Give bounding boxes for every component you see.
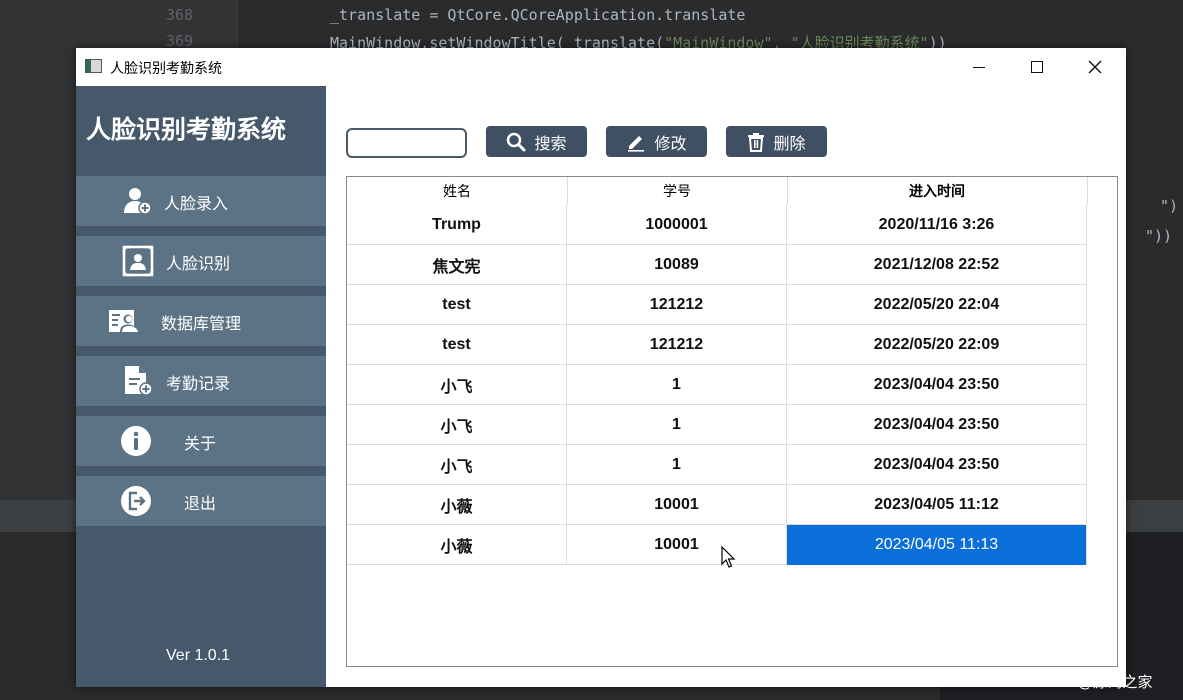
cell-student-id[interactable]: 10001 (567, 485, 787, 525)
sidebar-item-label: 考勤记录 (166, 374, 231, 393)
sidebar: 人脸识别考勤系统 人脸录入 人脸识别 数据库管理 考勤记录 关于 退出 Ver … (76, 86, 326, 687)
cell-name[interactable]: 小薇 (347, 525, 567, 565)
window-title: 人脸识别考勤系统 (110, 61, 222, 77)
sidebar-item-exit[interactable]: 退出 (76, 476, 326, 526)
cell-name[interactable]: Trump (347, 205, 567, 245)
cell-entry-time[interactable]: 2021/12/08 22:52 (787, 245, 1087, 285)
cell-entry-time[interactable]: 2023/04/04 23:50 (787, 445, 1087, 485)
close-icon (1088, 60, 1102, 74)
cell-entry-time[interactable]: 2023/04/05 11:12 (787, 485, 1087, 525)
main-content: 搜索 修改 删除 姓名 学号 进入时间 Trump 1000001 2020/1… (326, 86, 1126, 687)
minimize-icon (973, 66, 985, 68)
search-button[interactable]: 搜索 (486, 126, 587, 157)
cell-student-id[interactable]: 10089 (567, 245, 787, 285)
add-user-icon (124, 188, 152, 215)
cell-name[interactable]: 焦文宪 (347, 245, 567, 285)
sidebar-item-label: 退出 (184, 494, 217, 513)
table-row[interactable]: 小飞 1 2023/04/04 23:50 (347, 365, 1087, 405)
app-window: 人脸识别考勤系统 人脸识别考勤系统 人脸录入 人脸识别 数据库管理 考勤记录 关… (76, 48, 1126, 687)
cell-entry-time[interactable]: 2023/04/04 23:50 (787, 365, 1087, 405)
cell-name[interactable]: 小飞 (347, 365, 567, 405)
sidebar-item-label: 关于 (184, 434, 217, 453)
sidebar-item-attendance[interactable]: 考勤记录 (76, 356, 326, 406)
sidebar-item-face-enroll[interactable]: 人脸录入 (76, 176, 326, 226)
sidebar-item-label: 数据库管理 (161, 314, 242, 333)
maximize-button[interactable] (1008, 48, 1066, 86)
maximize-icon (1031, 61, 1043, 73)
edit-button[interactable]: 修改 (606, 126, 707, 157)
info-icon (121, 426, 151, 456)
version-label: Ver 1.0.1 (166, 647, 231, 664)
cell-student-id[interactable]: 121212 (567, 325, 787, 365)
cell-name[interactable]: 小薇 (347, 485, 567, 525)
table-row[interactable]: 小飞 1 2023/04/04 23:50 (347, 405, 1087, 445)
document-add-icon (125, 366, 153, 396)
table-row[interactable]: 小薇 10001 2023/04/05 11:12 (347, 485, 1087, 525)
code-fragment: ")) (1145, 227, 1173, 245)
sidebar-item-about[interactable]: 关于 (76, 416, 326, 466)
cell-entry-time[interactable]: 2023/04/05 11:13 (787, 525, 1087, 565)
cell-student-id[interactable]: 121212 (567, 285, 787, 325)
column-divider (1087, 177, 1088, 205)
table-row[interactable]: 小飞 1 2023/04/04 23:50 (347, 445, 1087, 485)
delete-button-label: 删除 (773, 133, 806, 153)
table-row[interactable]: 焦文宪 10089 2021/12/08 22:52 (347, 245, 1087, 285)
table-row[interactable]: test 121212 2022/05/20 22:09 (347, 325, 1087, 365)
window-titlebar[interactable]: 人脸识别考勤系统 (76, 48, 1126, 86)
column-header-id[interactable]: 学号 (567, 177, 787, 205)
attendance-table[interactable]: 姓名 学号 进入时间 Trump 1000001 2020/11/16 3:26 焦文… (346, 176, 1118, 667)
app-window-icon (85, 59, 102, 73)
sidebar-item-label: 人脸录入 (164, 194, 229, 213)
sidebar-app-title: 人脸识别考勤系统 (86, 115, 287, 144)
search-icon (507, 132, 526, 151)
table-header: 姓名 学号 进入时间 (347, 177, 1088, 205)
code-fragment: ") (1160, 197, 1179, 215)
trash-icon (748, 132, 765, 152)
cell-student-id[interactable]: 10001 (567, 525, 787, 565)
search-input[interactable] (346, 128, 467, 158)
code-line: _translate = QtCore.QCoreApplication.tra… (330, 6, 746, 24)
edit-button-label: 修改 (654, 133, 687, 153)
face-scan-icon (122, 245, 154, 277)
cell-entry-time[interactable]: 2023/04/04 23:50 (787, 405, 1087, 445)
line-number: 368 (166, 6, 194, 24)
minimize-button[interactable] (950, 48, 1008, 86)
sidebar-item-face-recognition[interactable]: 人脸识别 (76, 236, 326, 286)
exit-icon (121, 486, 151, 516)
column-header-name[interactable]: 姓名 (347, 177, 567, 205)
delete-button[interactable]: 删除 (726, 126, 827, 157)
cell-name[interactable]: test (347, 325, 567, 365)
cell-entry-time[interactable]: 2022/05/20 22:04 (787, 285, 1087, 325)
cell-student-id[interactable]: 1000001 (567, 205, 787, 245)
cell-student-id[interactable]: 1 (567, 445, 787, 485)
close-button[interactable] (1066, 48, 1124, 86)
cell-name[interactable]: test (347, 285, 567, 325)
cell-name[interactable]: 小飞 (347, 405, 567, 445)
table-row[interactable]: test 121212 2022/05/20 22:04 (347, 285, 1087, 325)
sidebar-item-label: 人脸识别 (166, 254, 231, 273)
table-row[interactable]: Trump 1000001 2020/11/16 3:26 (347, 205, 1087, 245)
database-user-icon (109, 310, 138, 332)
pencil-icon (628, 135, 645, 152)
cell-name[interactable]: 小飞 (347, 445, 567, 485)
cell-student-id[interactable]: 1 (567, 365, 787, 405)
column-header-time[interactable]: 进入时间 (787, 177, 1087, 205)
cell-student-id[interactable]: 1 (567, 405, 787, 445)
sidebar-item-database[interactable]: 数据库管理 (76, 296, 326, 346)
cell-entry-time[interactable]: 2022/05/20 22:09 (787, 325, 1087, 365)
table-row[interactable]: 小薇 10001 2023/04/05 11:13 (347, 525, 1087, 565)
cell-entry-time[interactable]: 2020/11/16 3:26 (787, 205, 1087, 245)
watermark: CSDN @源码之家 (1030, 673, 1153, 691)
search-button-label: 搜索 (534, 133, 567, 153)
mouse-cursor-icon (721, 546, 736, 568)
